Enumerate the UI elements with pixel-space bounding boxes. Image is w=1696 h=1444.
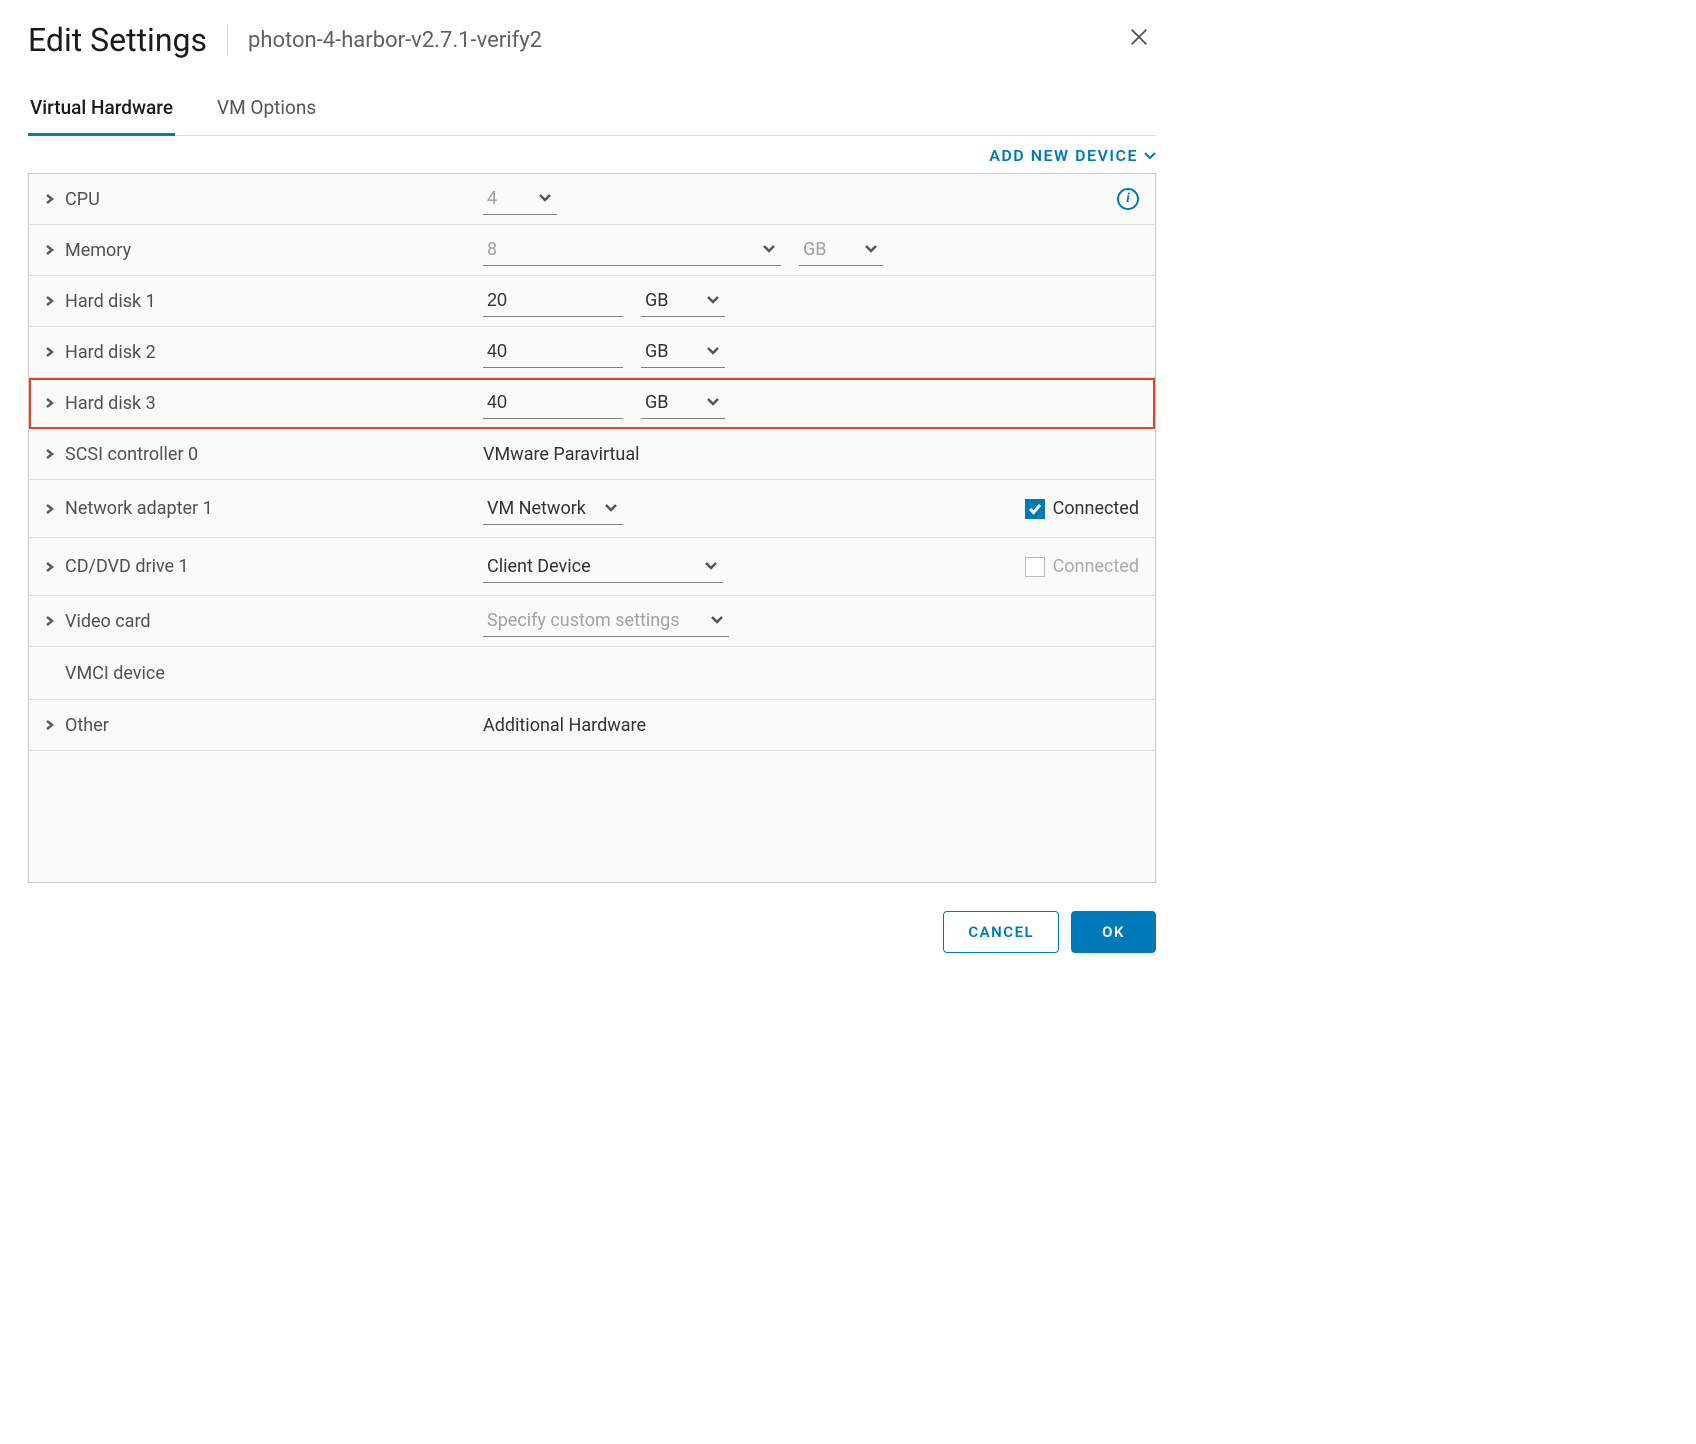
network-select[interactable]: VM Network: [483, 493, 623, 525]
expand-video[interactable]: [43, 616, 57, 626]
chevron-right-icon: [45, 296, 55, 306]
scsi-label: SCSI controller 0: [65, 444, 198, 465]
chevron-down-icon: [859, 239, 883, 260]
row-cpu: CPU 4 i: [29, 174, 1155, 225]
row-vmci-device: VMCI device: [29, 647, 1155, 700]
hd3-unit-select[interactable]: GB: [641, 387, 725, 419]
expand-hd2[interactable]: [43, 347, 57, 357]
chevron-right-icon: [45, 245, 55, 255]
chevron-down-icon: [533, 188, 557, 209]
chevron-down-icon: [701, 290, 725, 311]
cancel-button[interactable]: CANCEL: [943, 911, 1059, 953]
cd-connected-checkbox: [1025, 557, 1045, 577]
chevron-down-icon: [701, 341, 725, 362]
cd-value: Client Device: [483, 554, 699, 579]
hd2-size-input[interactable]: [483, 336, 623, 368]
hd1-label: Hard disk 1: [65, 291, 156, 312]
tab-virtual-hardware[interactable]: Virtual Hardware: [28, 84, 175, 136]
chevron-down-icon: [701, 392, 725, 413]
row-cd-dvd-drive-1: CD/DVD drive 1 Client Device Connected: [29, 538, 1155, 596]
network-value: VM Network: [483, 496, 599, 521]
memory-unit-select[interactable]: GB: [799, 234, 883, 266]
memory-unit: GB: [799, 237, 859, 262]
cd-device-select[interactable]: Client Device: [483, 551, 723, 583]
hd3-size-input[interactable]: [483, 387, 623, 419]
dialog-header: Edit Settings photon-4-harbor-v2.7.1-ver…: [28, 20, 1156, 60]
hardware-panel: CPU 4 i Memory 8: [28, 173, 1156, 883]
network-connected-label: Connected: [1053, 498, 1139, 519]
hd3-label: Hard disk 3: [65, 393, 156, 414]
row-scsi-controller-0: SCSI controller 0 VMware Paravirtual: [29, 429, 1155, 480]
memory-value: 8: [483, 237, 757, 262]
row-other: Other Additional Hardware: [29, 700, 1155, 751]
dialog-footer: CANCEL OK: [28, 911, 1156, 953]
net-label: Network adapter 1: [65, 498, 213, 519]
edit-settings-dialog: Edit Settings photon-4-harbor-v2.7.1-ver…: [28, 20, 1156, 953]
close-icon: [1128, 26, 1150, 48]
close-button[interactable]: [1122, 20, 1156, 60]
dialog-subtitle: photon-4-harbor-v2.7.1-verify2: [248, 28, 1122, 53]
cpu-value: 4: [483, 186, 533, 211]
chevron-right-icon: [45, 504, 55, 514]
chevron-right-icon: [45, 347, 55, 357]
expand-hd3[interactable]: [43, 398, 57, 408]
expand-memory[interactable]: [43, 245, 57, 255]
row-network-adapter-1: Network adapter 1 VM Network Connected: [29, 480, 1155, 538]
expand-hd1[interactable]: [43, 296, 57, 306]
video-label: Video card: [65, 611, 151, 632]
cd-connected-label: Connected: [1053, 556, 1139, 577]
chevron-down-icon: [599, 498, 623, 519]
chevron-right-icon: [45, 720, 55, 730]
chevron-down-icon: [699, 556, 723, 577]
add-new-device-button[interactable]: ADD NEW DEVICE: [989, 146, 1156, 165]
tab-vm-options[interactable]: VM Options: [215, 84, 318, 135]
chevron-down-icon: [705, 610, 729, 631]
chevron-down-icon: [1144, 150, 1156, 162]
video-value: Specify custom settings: [483, 608, 705, 633]
tabs: Virtual Hardware VM Options: [28, 84, 1156, 136]
row-video-card: Video card Specify custom settings: [29, 596, 1155, 647]
ok-button[interactable]: OK: [1071, 911, 1156, 953]
expand-cd[interactable]: [43, 562, 57, 572]
hd3-unit: GB: [641, 390, 701, 415]
chevron-right-icon: [45, 194, 55, 204]
expand-other[interactable]: [43, 720, 57, 730]
expand-scsi[interactable]: [43, 449, 57, 459]
chevron-right-icon: [45, 616, 55, 626]
cpu-label: CPU: [65, 189, 100, 210]
hd1-unit-select[interactable]: GB: [641, 285, 725, 317]
chevron-down-icon: [757, 239, 781, 260]
cpu-select[interactable]: 4: [483, 183, 557, 215]
hd2-label: Hard disk 2: [65, 342, 156, 363]
hd2-unit-select[interactable]: GB: [641, 336, 725, 368]
header-divider: [227, 24, 228, 56]
hd2-unit: GB: [641, 339, 701, 364]
memory-input[interactable]: 8: [483, 234, 781, 266]
check-icon: [1028, 502, 1042, 516]
dialog-title: Edit Settings: [28, 21, 207, 59]
network-connected-checkbox[interactable]: [1025, 499, 1045, 519]
chevron-right-icon: [45, 449, 55, 459]
add-new-device-label: ADD NEW DEVICE: [989, 146, 1138, 165]
vmci-label: VMCI device: [65, 663, 165, 684]
hd1-size-input[interactable]: [483, 285, 623, 317]
other-value: Additional Hardware: [483, 715, 646, 736]
cd-label: CD/DVD drive 1: [65, 556, 189, 577]
video-settings-select[interactable]: Specify custom settings: [483, 605, 729, 637]
row-hard-disk-2: Hard disk 2 GB: [29, 327, 1155, 378]
toolbar: ADD NEW DEVICE: [28, 146, 1156, 165]
chevron-right-icon: [45, 562, 55, 572]
chevron-right-icon: [45, 398, 55, 408]
expand-cpu[interactable]: [43, 194, 57, 204]
info-icon[interactable]: i: [1117, 188, 1139, 210]
memory-label: Memory: [65, 240, 131, 261]
row-hard-disk-3: Hard disk 3 GB: [29, 378, 1155, 429]
row-memory: Memory 8 GB: [29, 225, 1155, 276]
expand-net[interactable]: [43, 504, 57, 514]
row-hard-disk-1: Hard disk 1 GB: [29, 276, 1155, 327]
hd1-unit: GB: [641, 288, 701, 313]
other-label: Other: [65, 715, 109, 736]
scsi-value: VMware Paravirtual: [483, 444, 640, 465]
